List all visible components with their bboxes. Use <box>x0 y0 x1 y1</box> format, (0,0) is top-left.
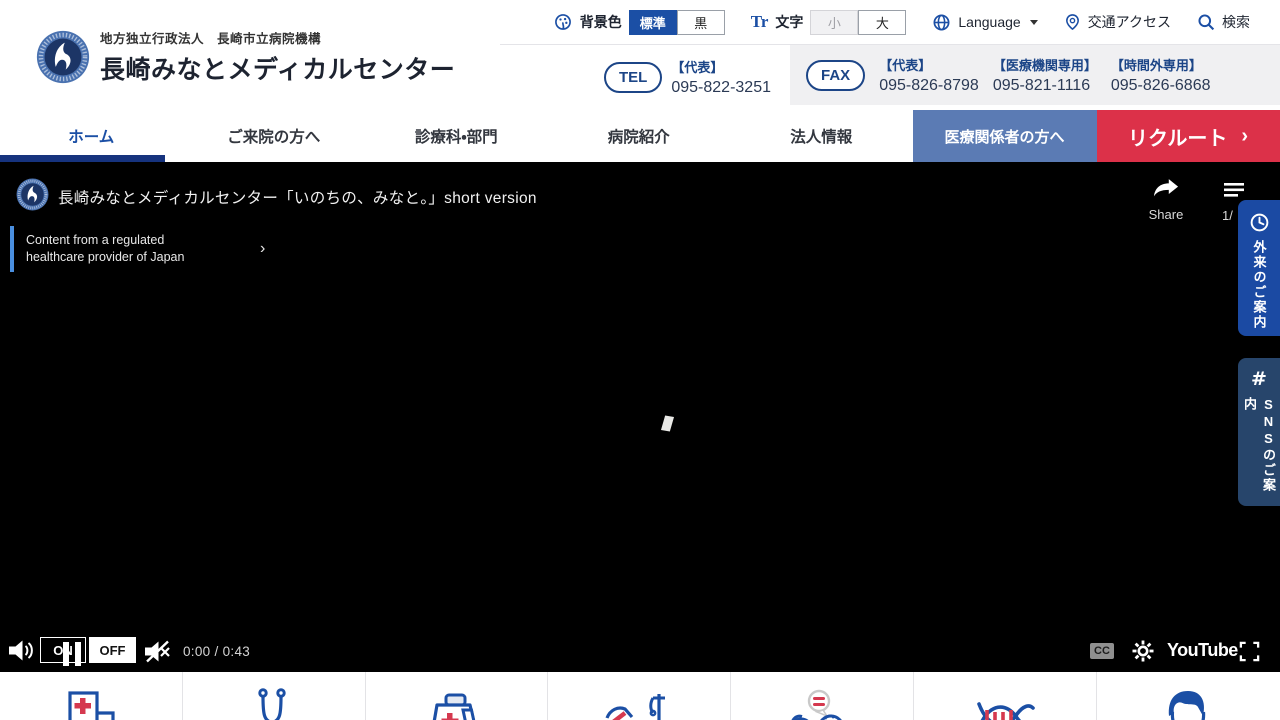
text-size-icon: Tr <box>751 12 769 32</box>
share-label: Share <box>1144 207 1188 222</box>
font-size-group: Tr 文字 小 大 <box>751 10 907 35</box>
consultation-people-icon <box>783 686 861 720</box>
playlist-icon[interactable] <box>1224 182 1244 203</box>
outpatient-tab-label: 外来のご案内 <box>1250 240 1269 330</box>
bg-black-button[interactable]: 黒 <box>677 10 725 35</box>
font-large-button[interactable]: 大 <box>858 10 906 35</box>
share-arrow-icon <box>1153 178 1179 197</box>
channel-emblem-icon <box>16 178 49 211</box>
mute-icon[interactable] <box>144 640 171 663</box>
nav-visitors[interactable]: ご来院の方へ <box>183 110 366 162</box>
outpatient-guide-tab[interactable]: 外来のご案内 <box>1238 200 1280 336</box>
fax-medical-label: 【医療機関専用】 <box>993 55 1097 74</box>
bg-standard-button[interactable]: 標準 <box>629 10 677 35</box>
time-display: 0:00 / 0:43 <box>183 644 250 659</box>
hashtag-icon: # <box>1251 368 1267 390</box>
search-button[interactable]: 検索 <box>1197 12 1250 32</box>
palette-icon <box>553 12 573 32</box>
tel-number: 095-822-3251 <box>671 79 771 97</box>
site-title: 長崎みなとメディカルセンター <box>100 50 455 86</box>
sns-tab-label: SNSのご案内 <box>1240 397 1278 506</box>
quicklink-consultation[interactable] <box>731 672 914 720</box>
healthcare-notice-text: Content from a regulated healthcare prov… <box>26 232 226 266</box>
fax-main-label: 【代表】 <box>879 55 979 74</box>
chevron-right-icon: › <box>260 240 265 258</box>
globe-icon <box>932 13 951 32</box>
hospital-icon <box>55 686 127 720</box>
settings-gear-icon[interactable] <box>1131 639 1155 663</box>
chevron-right-icon: › <box>1241 125 1248 148</box>
fax-afterhours-label: 【時間外専用】 <box>1111 55 1211 74</box>
fax-block: FAX 【代表】 095-826-8798 【医療機関専用】 095-821-1… <box>790 45 1280 105</box>
access-link[interactable]: 交通アクセス <box>1064 12 1171 32</box>
channel-avatar[interactable] <box>16 178 49 211</box>
quicklink-emergency[interactable] <box>366 672 549 720</box>
fax-medical-number: 095-821-1116 <box>993 77 1097 95</box>
hospital-emblem-icon <box>36 30 90 84</box>
nav-home[interactable]: ホーム <box>0 110 183 162</box>
youtube-logo[interactable]: YouTube <box>1167 640 1238 661</box>
quicklink-outpatient[interactable] <box>183 672 366 720</box>
video-controls: ON OFF 0:00 / 0:43 CC YouTube <box>0 630 1280 672</box>
quicklinks-row <box>0 672 1280 720</box>
nav-medical-professionals[interactable]: 医療関係者の方へ <box>913 110 1097 162</box>
fax-main-number: 095-826-8798 <box>879 77 979 95</box>
tel-badge: TEL <box>604 62 662 93</box>
access-label: 交通アクセス <box>1088 12 1171 32</box>
share-button[interactable]: Share <box>1144 178 1188 222</box>
utility-bar: 背景色 標準 黒 Tr 文字 小 大 Language <box>500 0 1280 45</box>
search-label: 検索 <box>1222 12 1250 32</box>
quicklink-patient-support[interactable] <box>1097 672 1280 720</box>
search-icon <box>1197 13 1215 31</box>
caret-down-icon <box>1030 20 1038 25</box>
video-frame-speck <box>661 415 674 431</box>
main-nav: ホーム ご来院の方へ 診療科・部門 病院紹介 法人情報 医療関係者の方へ リクル… <box>0 110 1280 162</box>
quicklink-access-ship[interactable] <box>548 672 731 720</box>
volume-icon[interactable] <box>8 639 35 662</box>
organization-name: 地方独立行政法人 長崎市立病院機構 <box>100 28 455 47</box>
site-logo[interactable]: 地方独立行政法人 長崎市立病院機構 長崎みなとメディカルセンター <box>36 28 455 86</box>
fax-afterhours-number: 095-826-6868 <box>1111 77 1211 95</box>
stethoscope-icon <box>238 686 310 720</box>
quicklink-hospital[interactable] <box>0 672 183 720</box>
nav-corporate[interactable]: 法人情報 <box>730 110 913 162</box>
youtube-player[interactable]: 長崎みなとメディカルセンター「いのちの、みなと。」short version S… <box>0 162 1280 672</box>
page: 背景色 標準 黒 Tr 文字 小 大 Language <box>0 0 1280 720</box>
fax-badge: FAX <box>806 60 865 91</box>
tel-label: 【代表】 <box>671 57 771 76</box>
healthcare-notice-panel[interactable]: Content from a regulated healthcare prov… <box>10 226 288 272</box>
nav-hospital-info[interactable]: 病院紹介 <box>548 110 731 162</box>
person-icon <box>1152 686 1224 720</box>
nav-recruit[interactable]: リクルート › <box>1097 110 1280 162</box>
background-color-group: 背景色 標準 黒 <box>553 10 725 35</box>
fullscreen-icon[interactable] <box>1238 640 1261 663</box>
closed-captions-button[interactable]: CC <box>1090 643 1114 659</box>
active-tab-underline <box>0 155 165 162</box>
sns-guide-tab[interactable]: # SNSのご案内 <box>1238 358 1280 506</box>
font-small-button[interactable]: 小 <box>810 10 858 35</box>
hamburger-lines-icon <box>1224 182 1244 198</box>
language-dropdown[interactable]: Language <box>932 13 1037 32</box>
sound-on-button[interactable]: ON <box>40 637 86 663</box>
video-title[interactable]: 長崎みなとメディカルセンター「いのちの、みなと。」short version <box>58 186 537 208</box>
map-pin-icon <box>1064 12 1081 32</box>
sound-off-button[interactable]: OFF <box>89 637 136 663</box>
language-label: Language <box>958 14 1020 30</box>
dna-icon <box>969 686 1041 720</box>
ship-icon <box>597 686 681 720</box>
font-size-label: 文字 <box>775 12 803 32</box>
quicklink-genetics[interactable] <box>914 672 1097 720</box>
first-aid-bag-icon <box>420 686 492 720</box>
playlist-count: 1/ <box>1222 208 1238 223</box>
clock-icon <box>1249 212 1270 233</box>
nav-departments[interactable]: 診療科・部門 <box>365 110 548 162</box>
background-color-label: 背景色 <box>580 12 622 32</box>
tel-block: TEL 【代表】 095-822-3251 <box>604 57 771 97</box>
